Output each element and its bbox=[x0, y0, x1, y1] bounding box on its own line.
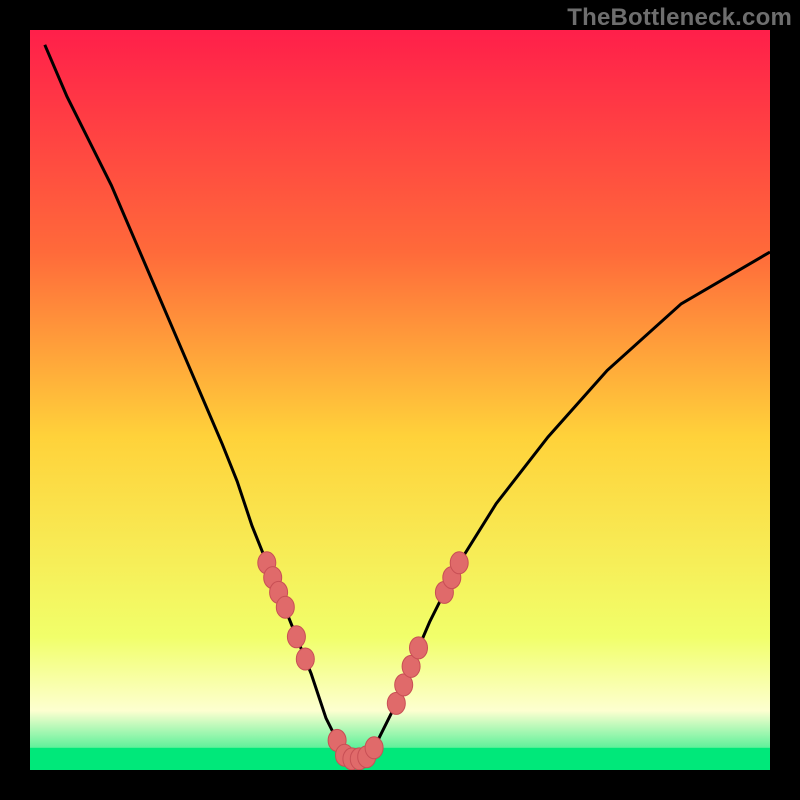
gradient-background bbox=[30, 30, 770, 770]
outer-frame: TheBottleneck.com bbox=[0, 0, 800, 800]
data-marker bbox=[450, 552, 468, 574]
data-marker bbox=[365, 737, 383, 759]
watermark-text: TheBottleneck.com bbox=[567, 4, 792, 32]
chart-area bbox=[30, 30, 770, 770]
data-marker bbox=[296, 648, 314, 670]
data-marker bbox=[276, 596, 294, 618]
bottleneck-chart bbox=[30, 30, 770, 770]
data-marker bbox=[410, 637, 428, 659]
green-band bbox=[30, 748, 770, 770]
data-marker bbox=[287, 626, 305, 648]
